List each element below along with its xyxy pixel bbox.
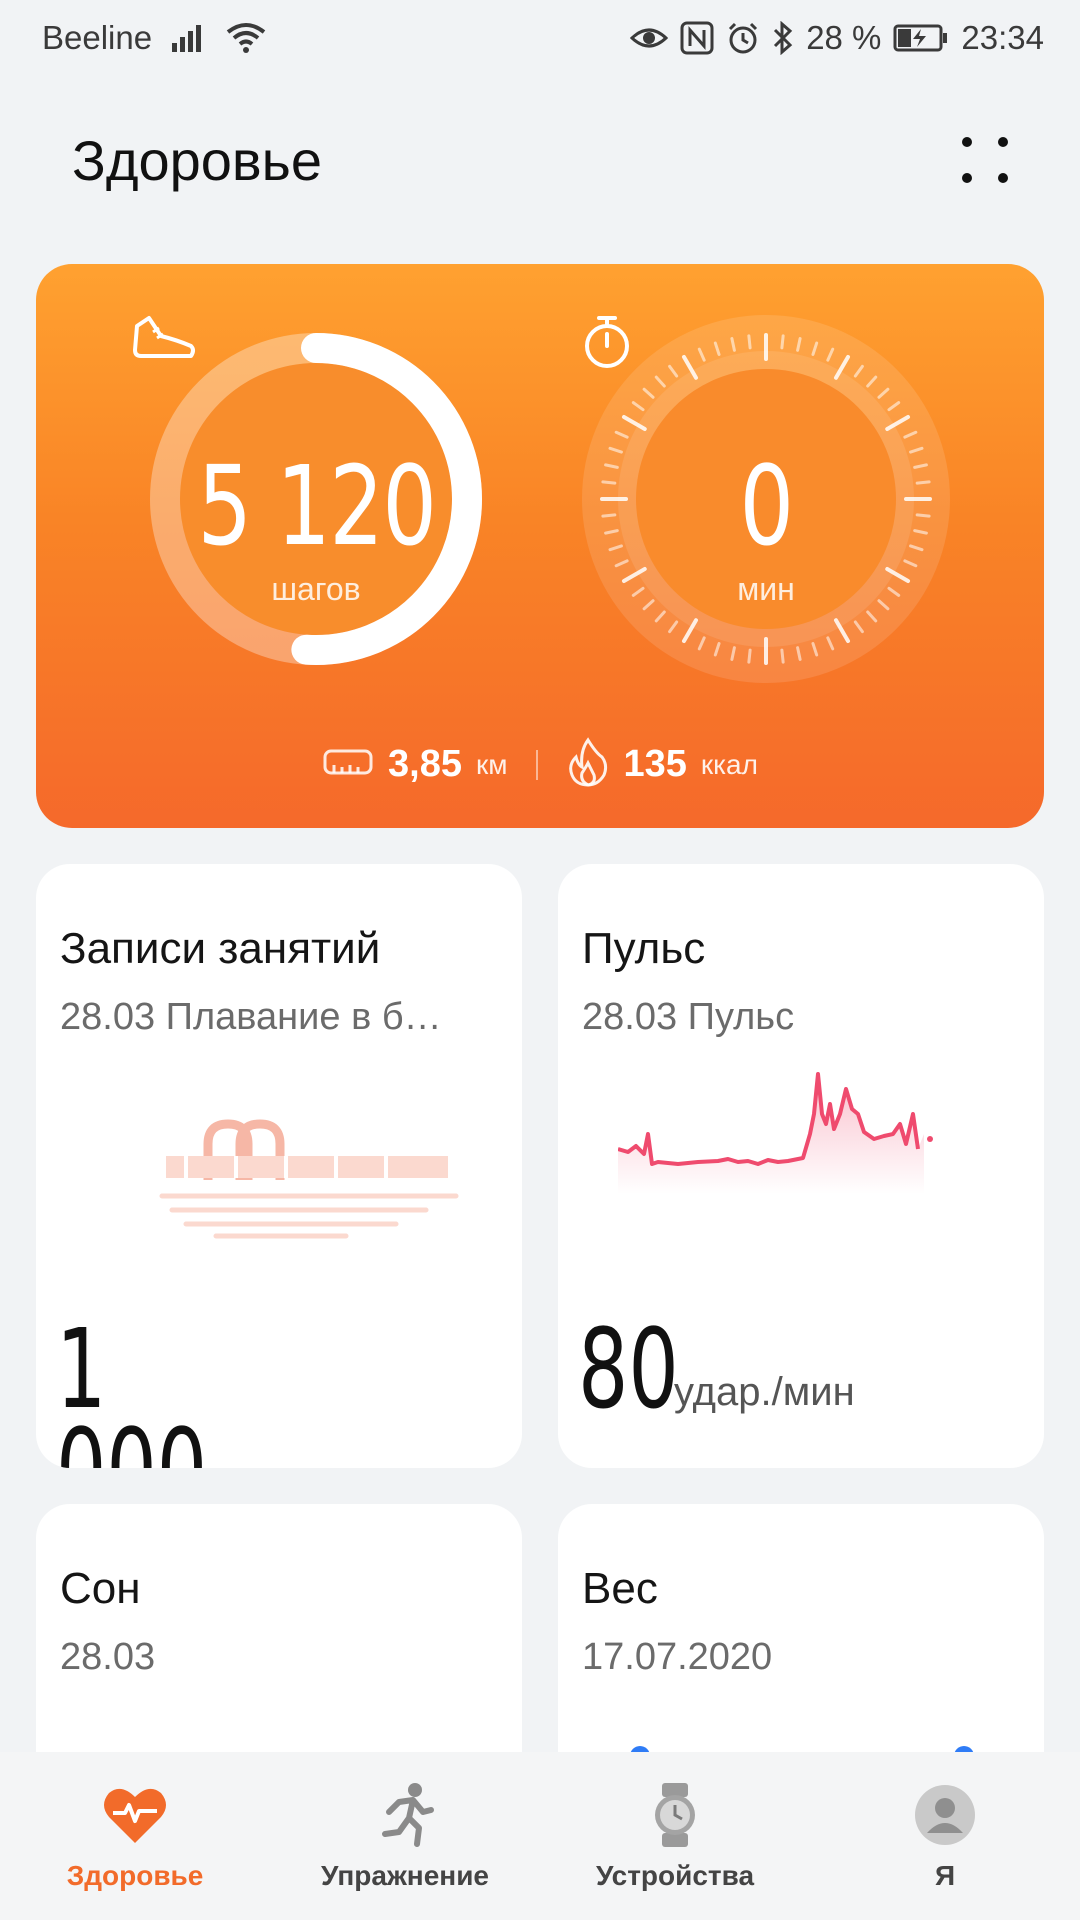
steps-ring-content: 5 120 шагов [131, 314, 501, 684]
activity-stats: 3,85 км 135 ккал [36, 737, 1044, 792]
status-right: 28 % 23:34 [630, 19, 1044, 57]
wifi-icon [226, 22, 266, 54]
four-dots-icon [962, 137, 1008, 183]
nav-label-devices: Устройства [595, 1860, 755, 1891]
distance-stat: 3,85 км [322, 743, 508, 786]
workouts-tile[interactable]: Записи занятий 28.03 Плавание в б… 1 000… [36, 864, 522, 1468]
signal-icon [170, 23, 208, 53]
pulse-metric: 80 удар./мин [578, 1305, 855, 1433]
sleep-subtitle: 28.03 [60, 1636, 156, 1678]
swimming-pool-icon [159, 1119, 459, 1239]
nav-label-health: Здоровье [66, 1860, 204, 1891]
nav-item-health[interactable]: Здоровье [0, 1752, 270, 1920]
bluetooth-icon [772, 21, 794, 55]
workouts-subtitle: 28.03 Плавание в б… [60, 996, 442, 1038]
status-left: Beeline [42, 19, 266, 57]
more-options-button[interactable] [950, 125, 1020, 195]
ruler-icon [322, 746, 374, 783]
pulse-value: 80 [578, 1305, 679, 1433]
steps-unit: шагов [271, 570, 361, 607]
minutes-value: 0 [739, 441, 794, 570]
workouts-distance-value: 1 000 [56, 1305, 207, 1468]
nav-label-exercise: Упражнение [321, 1860, 489, 1891]
header: Здоровье [0, 110, 1080, 210]
clock-time: 23:34 [961, 19, 1044, 56]
battery-percent: 28 % [806, 19, 882, 56]
running-icon [375, 1780, 435, 1850]
nav-item-devices[interactable]: Устройства [540, 1752, 810, 1920]
calories-stat: 135 ккал [566, 737, 758, 792]
pulse-title: Пульс [582, 924, 706, 973]
calories-value: 135 [623, 743, 687, 785]
nav-label-me: Я [934, 1860, 956, 1891]
distance-value: 3,85 [388, 743, 463, 785]
pulse-tile[interactable]: Пульс 28.03 Пульс 80 удар./мин [558, 864, 1044, 1468]
active-minutes-ring[interactable]: 0 мин [581, 314, 951, 684]
stats-divider [535, 749, 538, 780]
workouts-title: Записи занятий [60, 924, 381, 973]
pulse-unit: удар./мин [674, 1370, 855, 1414]
steps-value: 5 120 [197, 441, 436, 570]
nav-item-exercise[interactable]: Упражнение [270, 1752, 540, 1920]
heart-pulse-icon [101, 1780, 169, 1850]
pulse-subtitle: 28.03 Пульс [582, 996, 795, 1038]
workouts-metric: 1 000 м [56, 1305, 284, 1468]
carrier-name: Beeline [42, 19, 153, 56]
weight-title: Вес [582, 1564, 658, 1613]
page-title: Здоровье [72, 128, 323, 192]
steps-ring[interactable]: 5 120 шагов [131, 314, 501, 684]
nfc-icon [680, 21, 714, 55]
calories-unit: ккал [700, 748, 758, 780]
minutes-ring-content: 0 мин [581, 314, 951, 684]
distance-unit: км [476, 748, 508, 780]
activity-card[interactable]: 5 120 шагов 0 мин 3,85 км 135 ккал [36, 264, 1044, 828]
flame-icon [566, 737, 610, 792]
weight-subtitle: 17.07.2020 [582, 1636, 773, 1678]
eye-icon [630, 24, 669, 52]
battery-charging-icon [893, 23, 949, 53]
minutes-unit: мин [737, 570, 795, 607]
alarm-icon [726, 21, 760, 55]
bottom-navigation: Здоровье Упражнение Устройства Я [0, 1752, 1080, 1920]
status-bar: Beeline 28 % 23:34 [0, 0, 1080, 76]
sleep-title: Сон [60, 1564, 141, 1613]
avatar-icon [913, 1780, 977, 1850]
pulse-chart [618, 1072, 933, 1194]
watch-icon [650, 1780, 700, 1850]
nav-item-me[interactable]: Я [810, 1752, 1080, 1920]
